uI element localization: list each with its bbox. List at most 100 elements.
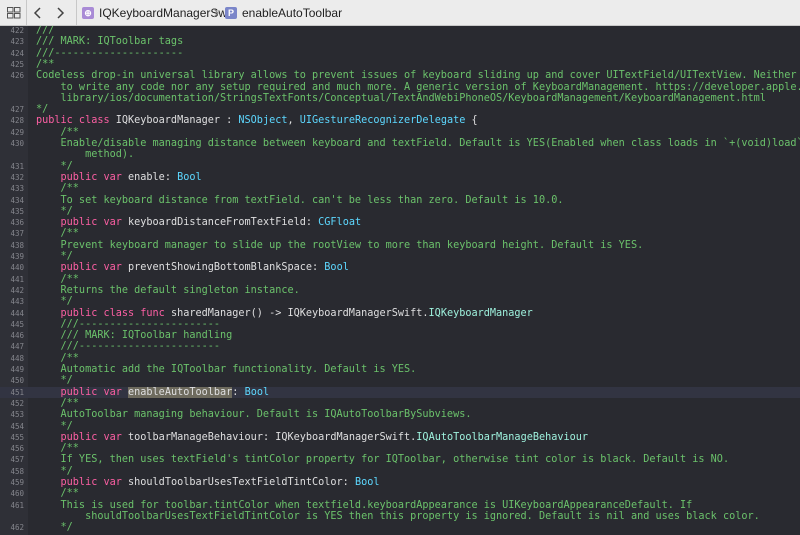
code-text: */ (36, 104, 48, 115)
line-number: 422 (10, 26, 24, 35)
code-line[interactable]: 460 /** (0, 488, 800, 499)
code-line[interactable]: 449 Automatic add the IQToolbar function… (0, 364, 800, 375)
code-token: shouldToolbarUsesTextFieldTintColor is Y… (36, 510, 760, 522)
code-text: /// (36, 26, 54, 36)
code-text: /// MARK: IQToolbar handling (36, 330, 233, 341)
code-token: /** (36, 397, 79, 409)
code-line[interactable]: 462 */ (0, 522, 800, 533)
code-line[interactable]: 455 public var toolbarManageBehaviour: I… (0, 432, 800, 443)
chevron-left-icon (33, 7, 41, 19)
code-token: /** (36, 352, 79, 364)
toolbar-divider (26, 0, 27, 26)
code-line[interactable]: 447 ///----------------------- (0, 341, 800, 352)
line-number: 462 (10, 523, 24, 533)
code-token: /** (36, 488, 79, 500)
code-token: Prevent keyboard manager to slide up the… (36, 239, 644, 251)
code-line[interactable]: 461 This is used for toolbar.tintColor w… (0, 500, 800, 511)
breadcrumb-property[interactable]: P enableAutoToolbar (225, 0, 342, 26)
code-token: Enable/disable managing distance between… (36, 138, 800, 149)
code-line[interactable]: 428 public class IQKeyboardManager : NSOb… (0, 115, 800, 126)
code-line[interactable]: 437 /** (0, 228, 800, 239)
code-text: If YES, then uses textField's tintColor … (36, 454, 730, 466)
code-text: public var toolbarManageBehaviour: IQKey… (36, 432, 589, 443)
code-line[interactable]: 457 If YES, then uses textField's tintCo… (0, 454, 800, 465)
code-line[interactable]: 423 /// MARK: IQToolbar tags (0, 36, 800, 47)
code-line[interactable]: 440 public var preventShowingBottomBlank… (0, 262, 800, 273)
code-line[interactable]: 427 */ (0, 104, 800, 115)
code-text: */ (36, 161, 73, 172)
line-number: 436 (10, 218, 24, 228)
code-line[interactable]: 436 public var keyboardDistanceFromTextF… (0, 217, 800, 228)
code-line[interactable]: 448 /** (0, 353, 800, 364)
code-line[interactable]: 430 Enable/disable managing distance bet… (0, 138, 800, 149)
code-token: /// (36, 26, 55, 36)
code-token: public var (36, 171, 129, 183)
code-text: AutoToolbar managing behaviour. Default … (36, 409, 472, 421)
code-line[interactable]: 431 */ (0, 161, 800, 172)
code-line[interactable]: 452 /** (0, 398, 800, 409)
code-line[interactable]: 435 */ (0, 206, 800, 217)
forward-button[interactable] (55, 0, 65, 26)
editor-jump-bar: ⊕ IQKeyboardManagerSwift P enableAutoToo… (0, 0, 800, 26)
line-number: 457 (10, 455, 24, 465)
toolbar-divider (76, 0, 77, 26)
code-line[interactable]: library/ios/documentation/StringsTextFon… (0, 93, 800, 104)
code-text: /** (36, 398, 79, 409)
code-text: Returns the default singleton instance. (36, 285, 300, 296)
source-editor[interactable]: 422 /// 423 /// MARK: IQToolbar tags 424 ///-… (0, 26, 800, 535)
code-text: */ (36, 375, 73, 386)
code-line[interactable]: 442 Returns the default singleton instan… (0, 285, 800, 296)
line-number: 432 (10, 172, 24, 182)
code-token: */ (36, 375, 73, 387)
code-line[interactable]: 459 public var shouldToolbarUsesTextFiel… (0, 477, 800, 488)
line-number: 424 (10, 48, 24, 58)
code-line[interactable]: 441 /** (0, 274, 800, 285)
code-line[interactable]: 433 /** (0, 183, 800, 194)
code-line[interactable]: 445 ///----------------------- (0, 319, 800, 330)
code-line[interactable]: 451 public var enableAutoToolbar: Bool (0, 386, 800, 398)
related-items-icon[interactable] (7, 0, 21, 26)
code-text: public var enable: Bool (36, 172, 202, 183)
code-line[interactable]: 444 public class func sharedManager() ->… (0, 308, 800, 319)
code-token: /** (36, 58, 55, 70)
code-line[interactable]: 429 /** (0, 127, 800, 138)
code-text: library/ios/documentation/StringsTextFon… (36, 93, 766, 104)
code-text: /** (36, 443, 79, 454)
code-line[interactable]: 446 /// MARK: IQToolbar handling (0, 330, 800, 341)
back-button[interactable] (33, 0, 43, 26)
code-line[interactable]: 450 */ (0, 375, 800, 386)
code-token: public var (36, 217, 129, 229)
code-line[interactable]: 454 */ (0, 421, 800, 432)
code-token: If YES, then uses textField's tintColor … (36, 454, 730, 466)
code-line[interactable]: 432 public var enable: Bool (0, 172, 800, 183)
code-line[interactable]: 456 /** (0, 443, 800, 454)
code-line[interactable]: method). (0, 149, 800, 160)
code-line[interactable]: 458 */ (0, 466, 800, 477)
code-line[interactable]: 438 Prevent keyboard manager to slide up… (0, 240, 800, 251)
line-number: 461 (10, 500, 24, 510)
code-line[interactable]: 426 Codeless drop-in universal library al… (0, 70, 800, 81)
code-line[interactable]: shouldToolbarUsesTextFieldTintColor is Y… (0, 511, 800, 522)
code-line[interactable]: 422 /// (0, 26, 800, 36)
code-token: /** (36, 126, 79, 138)
code-line[interactable]: 439 */ (0, 251, 800, 262)
line-number: 426 (10, 71, 24, 81)
code-token: method). (36, 149, 135, 161)
code-token: NSObject (238, 115, 288, 127)
line-number: 446 (10, 331, 24, 341)
code-token: To set keyboard distance from textField.… (36, 194, 564, 206)
code-line[interactable]: 424 ///--------------------- (0, 48, 800, 59)
code-text: Codeless drop-in universal library allow… (36, 70, 800, 81)
code-token: UIGestureRecognizerDelegate (299, 115, 466, 127)
breadcrumb-separator-icon (213, 0, 219, 26)
code-token: AutoToolbar managing behaviour. Default … (36, 409, 472, 421)
code-token: Bool (354, 477, 380, 488)
code-line[interactable]: 453 AutoToolbar managing behaviour. Defa… (0, 409, 800, 420)
code-line[interactable]: 443 */ (0, 296, 800, 307)
code-token: IQKeyboardManager (428, 307, 533, 319)
line-number: 427 (10, 105, 24, 115)
code-line[interactable]: to write any code nor any setup required… (0, 82, 800, 93)
line-number: 442 (10, 285, 24, 295)
code-line[interactable]: 434 To set keyboard distance from textFi… (0, 195, 800, 206)
code-line[interactable]: 425 /** (0, 59, 800, 70)
